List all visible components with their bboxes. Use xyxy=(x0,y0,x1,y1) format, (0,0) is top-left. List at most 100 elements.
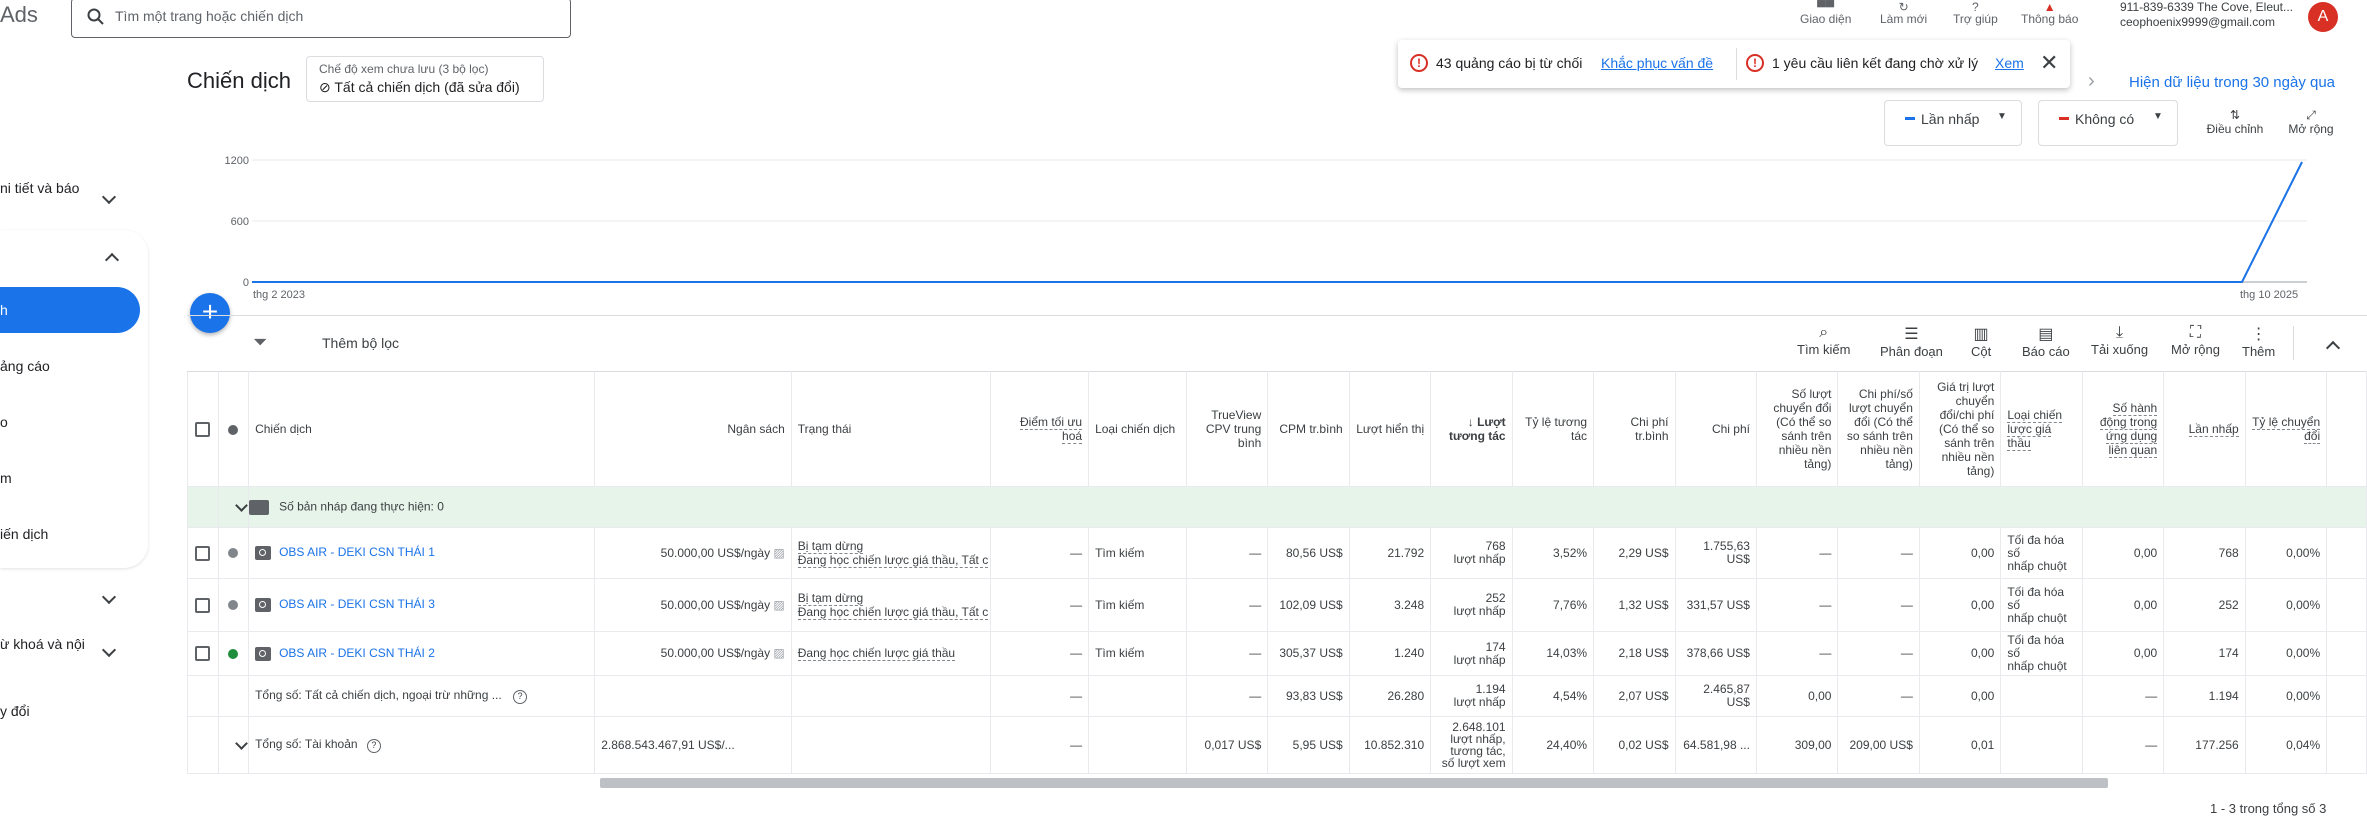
view-chip-state: Chế độ xem chưa lưu (3 bộ lọc) xyxy=(319,62,489,76)
notifications-button[interactable]: ▲ Thông báo xyxy=(2021,0,2078,26)
bid-type-line2[interactable]: nhấp chuột xyxy=(2007,659,2066,673)
bid-type-line1[interactable]: Tối đa hóa số xyxy=(2007,585,2064,612)
tb-report[interactable]: ▤ Báo cáo xyxy=(2022,324,2070,359)
chevron-down-icon[interactable] xyxy=(101,189,117,205)
close-icon[interactable]: ✕ xyxy=(2040,50,2058,76)
status-value[interactable]: Bị tạm dừng xyxy=(797,591,864,606)
tb-columns[interactable]: ▥ Cột xyxy=(1971,324,1991,359)
expand-icon: ⤢ xyxy=(2306,108,2316,122)
bid-type-line1[interactable]: Tối đa hóa số xyxy=(2007,533,2064,560)
nav-item-changes[interactable]: y đổi xyxy=(0,703,30,719)
col-cost[interactable]: Chi phí xyxy=(1674,371,1757,487)
nav-item-4[interactable]: m xyxy=(0,470,12,486)
col-avg-cost[interactable]: Chi phí tr.bình xyxy=(1593,371,1676,487)
caret-down-icon: ▼ xyxy=(2153,111,2163,122)
total2-int-rate: 24,40% xyxy=(1511,716,1595,774)
notification-rejected-text: 43 quảng cáo bị từ chối xyxy=(1436,55,1583,71)
brand-logo[interactable]: Ads xyxy=(0,2,38,28)
select-all-checkbox[interactable] xyxy=(195,421,211,437)
budget-chart-icon[interactable]: ▨ xyxy=(773,646,784,660)
help-button[interactable]: ? Trợ giúp xyxy=(1953,0,1998,26)
chevron-right-icon[interactable]: › xyxy=(2088,70,2095,93)
col-status[interactable]: Trạng thái xyxy=(790,371,992,487)
col-interactions[interactable]: ↓ Lượt tương tác xyxy=(1430,371,1513,487)
row-checkbox[interactable] xyxy=(195,545,211,561)
collapse-icon[interactable] xyxy=(2325,340,2341,356)
col-conv-cross[interactable]: Số lượt chuyển đổi (Có thể so sánh trên … xyxy=(1755,371,1839,487)
add-filter[interactable]: Thêm bộ lọc xyxy=(322,335,399,351)
nav-item-selected[interactable]: h xyxy=(0,287,140,333)
search-box[interactable]: Tìm một trang hoặc chiến dịch xyxy=(71,0,571,38)
chevron-up-icon[interactable] xyxy=(104,252,120,268)
adjust-button[interactable]: ⇅ Điều chỉnh xyxy=(2203,108,2267,136)
col-conv-rate[interactable]: Tỷ lệ chuyển đổi xyxy=(2244,371,2328,487)
int-rate-value: 7,76% xyxy=(1511,578,1595,632)
bid-type-line2[interactable]: nhấp chuột xyxy=(2007,611,2066,625)
col-impr[interactable]: Lượt hiển thị xyxy=(1348,371,1432,487)
col-type[interactable]: Loại chiến dịch xyxy=(1088,371,1187,487)
status-value[interactable]: Bị tạm dừng xyxy=(797,539,864,554)
nav-item-ads[interactable]: ảng cáo xyxy=(0,358,50,374)
total-opt: — xyxy=(990,675,1090,717)
status-paused-icon[interactable] xyxy=(228,548,239,559)
row-checkbox[interactable] xyxy=(195,597,211,613)
col-opt-score[interactable]: Điểm tối ưu hoá xyxy=(990,371,1090,487)
appearance-button[interactable]: ▀▀ Giao diện xyxy=(1800,0,1851,26)
col-cpv[interactable]: TrueView CPV trung bình xyxy=(1185,371,1269,487)
budget-chart-icon[interactable]: ▨ xyxy=(773,546,784,560)
tb-segment[interactable]: ☰ Phân đoạn xyxy=(1880,324,1943,359)
tb-download[interactable]: ⤓ Tải xuống xyxy=(2091,324,2148,357)
expand-drafts-icon[interactable] xyxy=(234,498,248,512)
table-row[interactable]: OBS AIR - DEKI CSN THÁI 1 50.000,00 US$/… xyxy=(187,527,2367,579)
col-clicks[interactable]: Lần nhấp xyxy=(2163,371,2246,487)
nav-item-overview[interactable]: ni tiết và báo xyxy=(0,180,79,196)
table-row[interactable]: OBS AIR - DEKI CSN THÁI 2 50.000,00 US$/… xyxy=(187,631,2367,676)
refresh-icon: ↻ xyxy=(1898,0,1909,12)
col-budget[interactable]: Ngân sách xyxy=(594,371,792,487)
tb-search[interactable]: ⌕ Tìm kiếm xyxy=(1797,324,1850,357)
chevron-down-icon[interactable] xyxy=(101,642,117,658)
metric1-dropdown[interactable]: Lần nhấp ▼ xyxy=(1884,100,2022,146)
col-cpm[interactable]: CPM tr.bình xyxy=(1267,371,1350,487)
col-int-rate[interactable]: Tỷ lệ tương tác xyxy=(1511,371,1595,487)
show-30-days-link[interactable]: Hiện dữ liệu trong 30 ngày qua xyxy=(2129,74,2335,91)
filter-icon[interactable]: ⏷ xyxy=(253,332,267,353)
fix-issues-link[interactable]: Khắc phục vấn đề xyxy=(1601,55,1713,71)
status-value[interactable]: Đang học chiến lược giá thầu xyxy=(797,646,956,661)
status-enabled-icon[interactable] xyxy=(228,648,239,659)
nav-item-keywords[interactable]: ừ khoá và nội xyxy=(0,636,85,652)
nav-item-3[interactable]: o xyxy=(0,414,8,430)
campaign-name[interactable]: OBS AIR - DEKI CSN THÁI 1 xyxy=(279,545,435,559)
row-checkbox[interactable] xyxy=(195,646,211,661)
bid-type-line1[interactable]: Tối đa hóa số xyxy=(2007,633,2064,660)
bid-type-line2[interactable]: nhấp chuột xyxy=(2007,559,2066,573)
col-campaign[interactable]: Chiến dịch xyxy=(248,371,596,487)
tb-expand[interactable]: ⛶ Mở rộng xyxy=(2171,324,2220,357)
col-opt-score-label: Điểm tối ưu hoá xyxy=(1020,415,1083,444)
nav-item-5[interactable]: iến dịch xyxy=(0,526,48,542)
col-app-actions[interactable]: Số hành động trong ứng dụng liên quan xyxy=(2081,371,2165,487)
campaign-name[interactable]: OBS AIR - DEKI CSN THÁI 3 xyxy=(279,597,435,611)
view-chip[interactable]: Chế độ xem chưa lưu (3 bộ lọc) ⊘ Tất cả … xyxy=(306,56,544,102)
expand-total-icon[interactable] xyxy=(234,736,248,750)
status-paused-icon[interactable] xyxy=(228,600,239,611)
col-cost-conv-cross[interactable]: Chi phí/số lượt chuyển đổi (Có thể so sá… xyxy=(1837,371,1920,487)
help-icon[interactable]: ? xyxy=(513,689,528,704)
avatar[interactable]: A xyxy=(2308,2,2338,32)
col-bid-type[interactable]: Loại chiến lược giá thầu xyxy=(2000,371,2083,487)
help-icon[interactable]: ? xyxy=(366,738,381,753)
tb-more[interactable]: ⋮ Thêm xyxy=(2242,324,2275,359)
total-conv-rate: 0,00% xyxy=(2244,675,2328,717)
more-icon: ⋮ xyxy=(2250,326,2267,343)
horizontal-scrollbar[interactable] xyxy=(600,778,2108,788)
account-info[interactable]: 911-839-6339 The Cove, Eleut... ceophoen… xyxy=(2120,0,2293,30)
metric2-dropdown[interactable]: Không có ▼ xyxy=(2038,100,2178,146)
refresh-button[interactable]: ↻ Làm mới xyxy=(1880,0,1927,26)
budget-chart-icon[interactable]: ▨ xyxy=(773,598,784,612)
campaign-name[interactable]: OBS AIR - DEKI CSN THÁI 2 xyxy=(279,646,435,660)
expand-chart-button[interactable]: ⤢ Mở rộng xyxy=(2281,108,2341,136)
col-value-cost-cross[interactable]: Giá trị lượt chuyển đổi/chi phí (Có thể … xyxy=(1918,371,2002,487)
table-row[interactable]: OBS AIR - DEKI CSN THÁI 3 50.000,00 US$/… xyxy=(187,578,2367,632)
chevron-down-icon[interactable] xyxy=(101,589,117,605)
view-link[interactable]: Xem xyxy=(1995,55,2024,71)
